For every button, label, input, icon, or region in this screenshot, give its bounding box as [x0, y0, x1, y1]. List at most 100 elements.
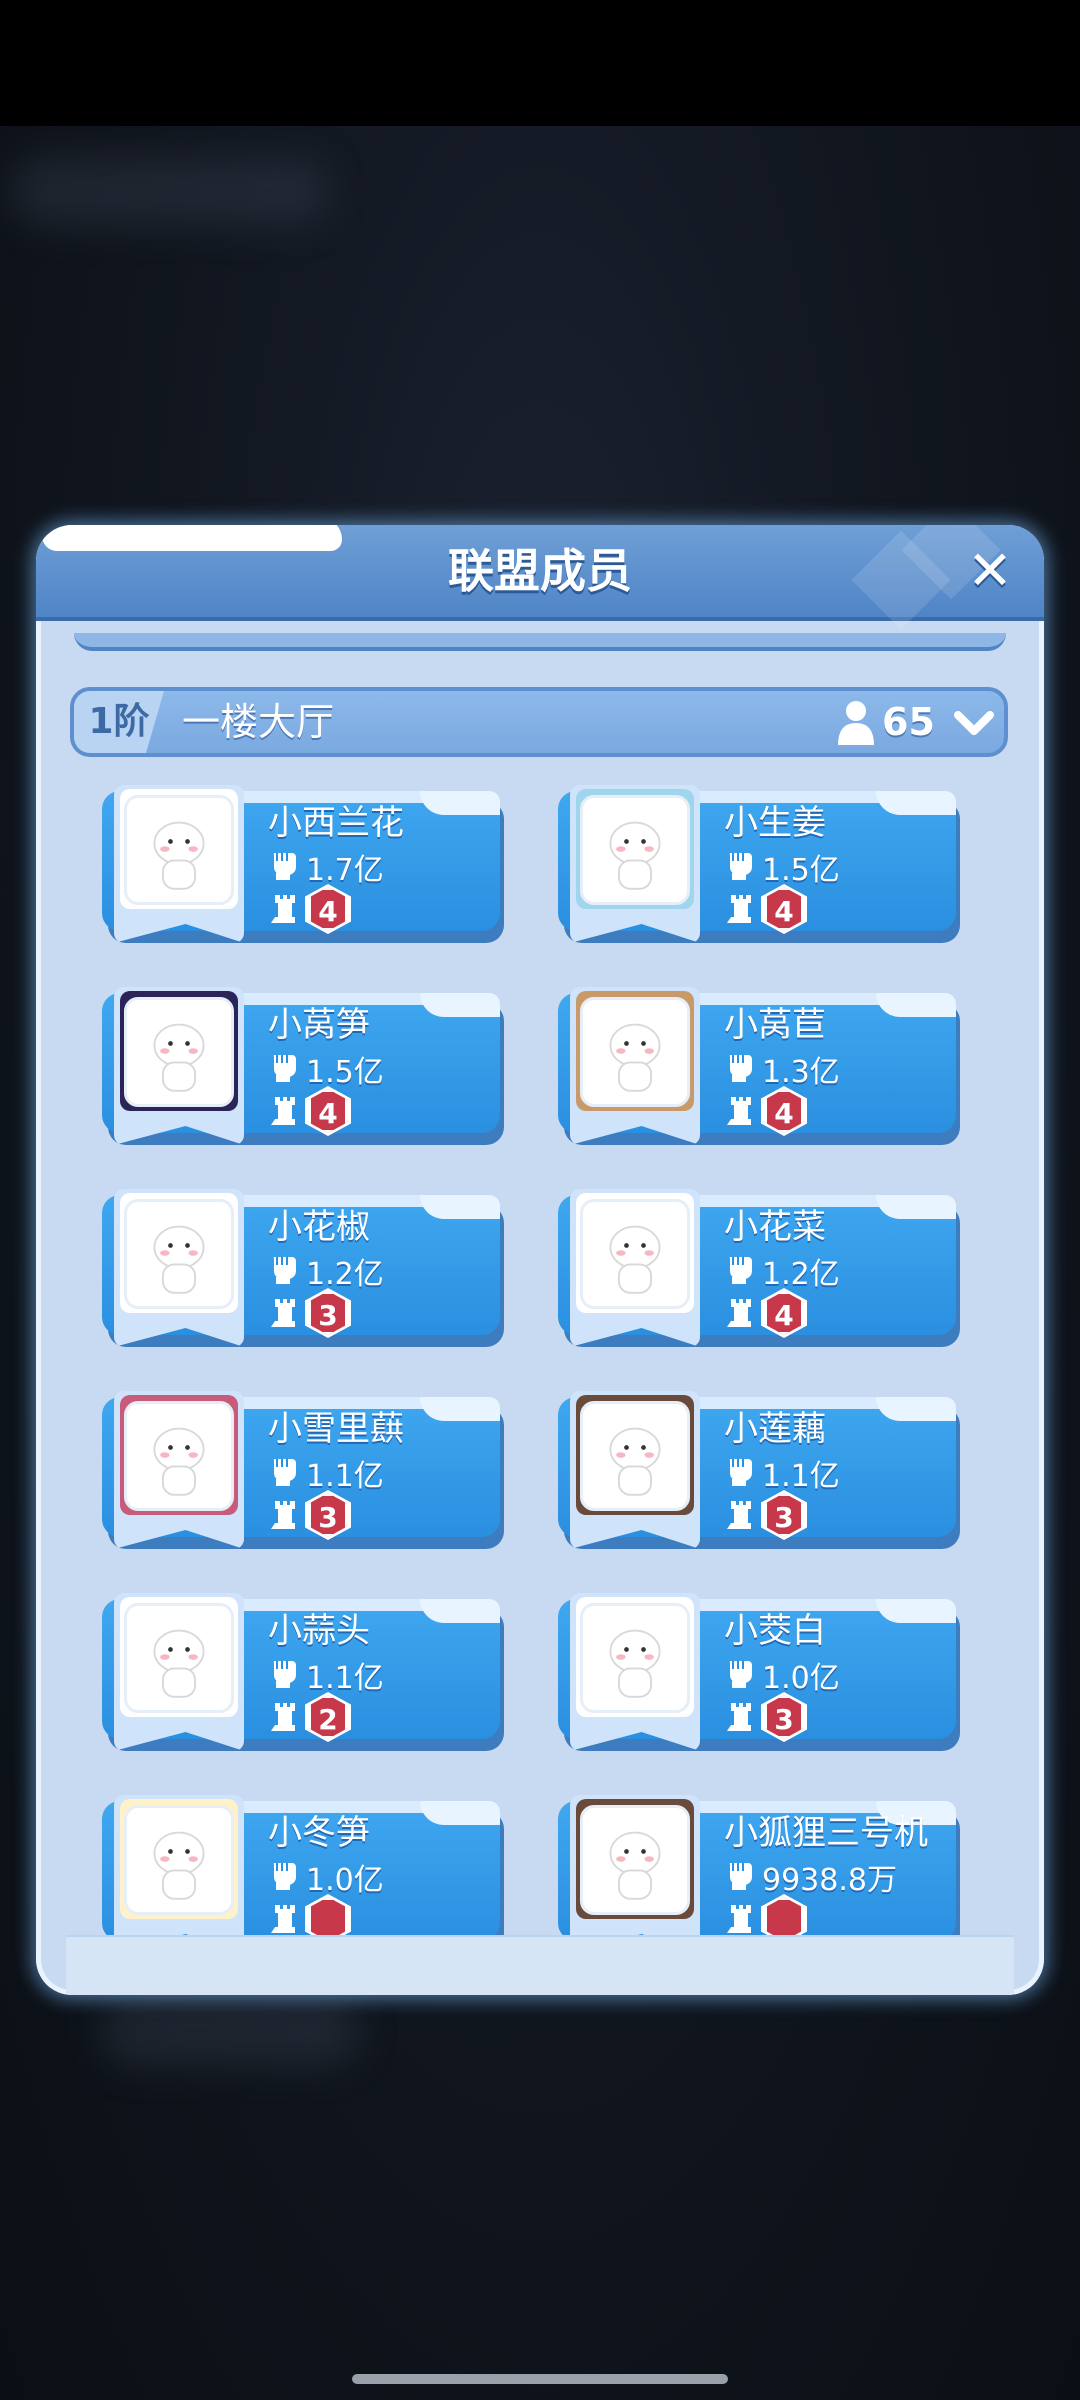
character-icon: [609, 821, 661, 890]
fist-icon: [729, 1459, 752, 1486]
member-name: 小花菜: [724, 1207, 826, 1247]
character-icon: [609, 1629, 661, 1698]
member-card[interactable]: 小花椒 1.2亿 3: [102, 1189, 506, 1349]
snow-decoration: [420, 1397, 500, 1421]
snow-decoration: [876, 791, 956, 815]
avatar[interactable]: [580, 997, 690, 1107]
member-power: 9938.8万: [762, 1863, 897, 1898]
character-icon: [153, 1629, 205, 1698]
snow-decoration: [420, 1599, 500, 1623]
castle-icon: [271, 895, 295, 923]
avatar[interactable]: [124, 795, 234, 905]
snow-decoration: [420, 993, 500, 1017]
castle-icon: [727, 1501, 751, 1529]
status-bar: [0, 0, 1080, 126]
scroll-top-edge: [74, 633, 1006, 651]
member-name: 小西兰花: [268, 803, 404, 843]
member-name: 小雪里蕻: [268, 1409, 404, 1449]
avatar[interactable]: [124, 1199, 234, 1309]
member-name: 小花椒: [268, 1207, 370, 1247]
snow-decoration: [42, 525, 342, 551]
castle-icon: [271, 1501, 295, 1529]
member-card[interactable]: 小莴苣 1.3亿 4: [558, 987, 962, 1147]
fist-icon: [729, 1661, 752, 1688]
member-power: 1.5亿: [762, 853, 840, 888]
character-icon: [609, 1427, 661, 1496]
member-card[interactable]: 小生姜 1.5亿 4: [558, 785, 962, 945]
avatar[interactable]: [124, 1401, 234, 1511]
avatar[interactable]: [124, 1805, 234, 1915]
member-power: 1.0亿: [306, 1863, 384, 1898]
castle-icon: [271, 1703, 295, 1731]
snow-decoration: [420, 1195, 500, 1219]
person-icon: [838, 701, 874, 745]
avatar[interactable]: [580, 1603, 690, 1713]
castle-icon: [271, 1905, 295, 1933]
member-power: 1.1亿: [306, 1459, 384, 1494]
castle-icon: [727, 1905, 751, 1933]
background-blur-shape: [100, 1996, 360, 2066]
character-icon: [153, 1225, 205, 1294]
member-name: 小莲藕: [724, 1409, 826, 1449]
character-icon: [609, 1023, 661, 1092]
snow-decoration: [420, 1801, 500, 1825]
member-card[interactable]: 小狐狸三号机 9938.8万: [558, 1795, 962, 1935]
close-icon[interactable]: ✕: [962, 543, 1018, 599]
member-power: 1.2亿: [762, 1257, 840, 1292]
member-card[interactable]: 小冬笋 1.0亿: [102, 1795, 506, 1935]
member-card[interactable]: 小莴笋 1.5亿 4: [102, 987, 506, 1147]
member-card[interactable]: 小西兰花 1.7亿 4: [102, 785, 506, 945]
castle-icon: [727, 1703, 751, 1731]
avatar[interactable]: [580, 795, 690, 905]
member-name: 小冬笋: [268, 1813, 370, 1853]
list-footer: [66, 1935, 1014, 1995]
fist-icon: [273, 1055, 296, 1082]
member-name: 小莴笋: [268, 1005, 370, 1045]
member-power: 1.0亿: [762, 1661, 840, 1696]
chevron-down-icon[interactable]: [952, 701, 996, 745]
castle-icon: [727, 1299, 751, 1327]
member-card[interactable]: 小雪里蕻 1.1亿 3: [102, 1391, 506, 1551]
fist-icon: [729, 1257, 752, 1284]
snow-decoration: [876, 993, 956, 1017]
character-icon: [153, 821, 205, 890]
character-icon: [153, 1427, 205, 1496]
member-card[interactable]: 小茭白 1.0亿 3: [558, 1593, 962, 1753]
member-name: 小蒜头: [268, 1611, 370, 1651]
snow-decoration: [420, 791, 500, 815]
member-name: 小狐狸三号机: [724, 1813, 928, 1853]
snow-decoration: [876, 1195, 956, 1219]
member-power: 1.5亿: [306, 1055, 384, 1090]
castle-icon: [727, 895, 751, 923]
snow-decoration: [876, 1599, 956, 1623]
member-list[interactable]: 小西兰花 1.7亿 4 小生姜 1.5亿 4 小莴笋 1.5亿 4 小莴苣 1.3亿 4 小花椒 1.2亿…: [66, 775, 1014, 1935]
fist-icon: [273, 853, 296, 880]
character-icon: [153, 1831, 205, 1900]
floor-header[interactable]: 1阶 一楼大厅 65: [70, 687, 1008, 757]
floor-tier-label: 1阶: [74, 691, 164, 753]
avatar[interactable]: [124, 997, 234, 1107]
fist-icon: [273, 1863, 296, 1890]
fist-icon: [729, 1055, 752, 1082]
fist-icon: [273, 1661, 296, 1688]
alliance-members-dialog: 联盟成员 ✕ 1阶 一楼大厅 65 小西兰花 1.7亿 4 小生姜 1.5亿 4 小莴笋 1.…: [36, 525, 1044, 1995]
member-power: 1.7亿: [306, 853, 384, 888]
character-icon: [609, 1225, 661, 1294]
member-power: 1.2亿: [306, 1257, 384, 1292]
member-card[interactable]: 小莲藕 1.1亿 3: [558, 1391, 962, 1551]
member-power: 1.1亿: [306, 1661, 384, 1696]
avatar[interactable]: [580, 1199, 690, 1309]
home-indicator[interactable]: [352, 2374, 728, 2384]
background-blur-shape: [10, 156, 330, 226]
member-name: 小莴苣: [724, 1005, 826, 1045]
fist-icon: [729, 853, 752, 880]
avatar[interactable]: [580, 1805, 690, 1915]
member-card[interactable]: 小花菜 1.2亿 4: [558, 1189, 962, 1349]
member-card[interactable]: 小蒜头 1.1亿 2: [102, 1593, 506, 1753]
fist-icon: [729, 1863, 752, 1890]
member-name: 小茭白: [724, 1611, 826, 1651]
member-power: 1.1亿: [762, 1459, 840, 1494]
snow-decoration: [876, 1397, 956, 1421]
avatar[interactable]: [124, 1603, 234, 1713]
avatar[interactable]: [580, 1401, 690, 1511]
